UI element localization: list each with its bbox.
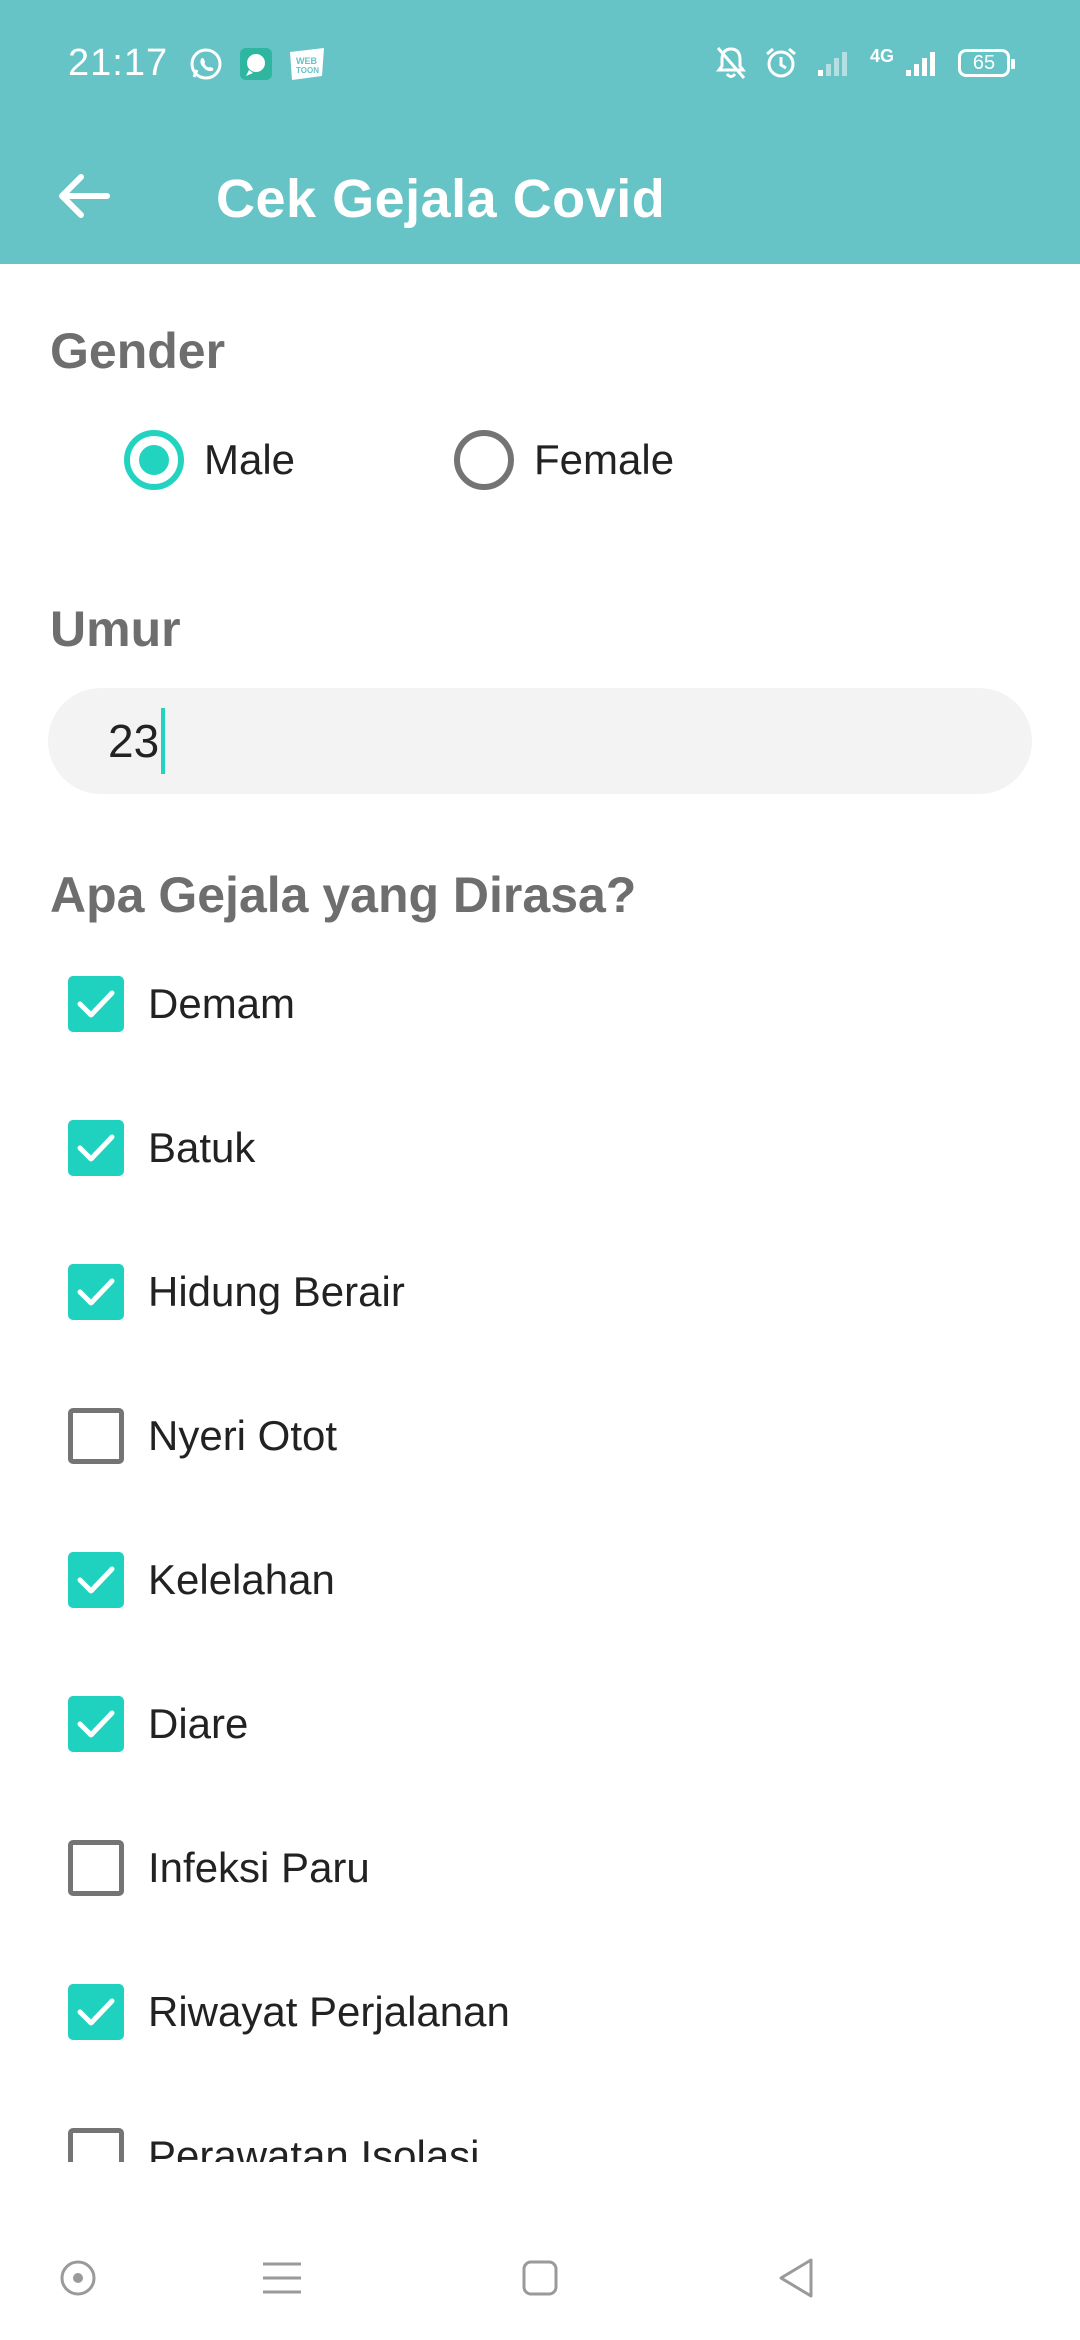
checkbox-checked[interactable] bbox=[68, 1120, 124, 1176]
symptom-item[interactable]: Batuk bbox=[68, 1116, 255, 1180]
checkbox-checked[interactable] bbox=[68, 1552, 124, 1608]
checkbox-unchecked[interactable] bbox=[68, 1840, 124, 1896]
battery-icon: 65 bbox=[958, 49, 1015, 77]
status-app-icons: WEB TOON bbox=[188, 46, 326, 82]
symptom-item[interactable]: Perawatan Isolasi bbox=[68, 2124, 480, 2162]
symptom-item[interactable]: Riwayat Perjalanan bbox=[68, 1980, 510, 2044]
symptom-label: Demam bbox=[148, 980, 296, 1027]
checkbox-checked[interactable] bbox=[68, 1696, 124, 1752]
symptom-label: Perawatan Isolasi bbox=[148, 2132, 480, 2162]
text-cursor bbox=[161, 708, 166, 774]
status-indicators: 4G 65 bbox=[715, 45, 1015, 80]
symptom-item[interactable]: Infeksi Paru bbox=[68, 1836, 370, 1900]
symptom-item[interactable]: Nyeri Otot bbox=[68, 1404, 337, 1468]
app-bar: Cek Gejala Covid bbox=[0, 130, 1080, 264]
radio-female[interactable]: Female bbox=[454, 428, 674, 492]
page-title: Cek Gejala Covid bbox=[216, 169, 666, 229]
status-time: 21:17 bbox=[68, 42, 169, 84]
gender-title: Gender bbox=[50, 323, 226, 379]
radio-male[interactable]: Male bbox=[124, 428, 295, 492]
webtoon-icon: WEB TOON bbox=[290, 48, 324, 80]
checkbox-checked[interactable] bbox=[68, 1984, 124, 2040]
symptom-label: Infeksi Paru bbox=[148, 1844, 370, 1891]
back-triangle-icon bbox=[779, 2258, 813, 2298]
symptom-item[interactable]: Diare bbox=[68, 1692, 248, 1756]
symptom-item[interactable]: Demam bbox=[68, 972, 295, 1036]
home-square-icon bbox=[522, 2260, 558, 2296]
nav-bar bbox=[0, 2210, 1080, 2340]
age-input[interactable]: 23 bbox=[48, 688, 1032, 794]
svg-text:TOON: TOON bbox=[296, 66, 319, 75]
age-title: Umur bbox=[50, 601, 181, 657]
arrow-left-icon bbox=[59, 174, 110, 218]
status-bar: 21:17 WEB TOON 4G 65 bbox=[0, 0, 1080, 130]
bell-off-icon bbox=[715, 47, 746, 79]
age-value: 23 bbox=[108, 715, 160, 767]
symptoms-title: Apa Gejala yang Dirasa? bbox=[50, 867, 637, 923]
symptom-label: Kelelahan bbox=[148, 1556, 335, 1603]
content-area: 21:17 WEB TOON 4G 65 Cek Gejala Covid Ge… bbox=[0, 0, 1080, 2162]
recent-apps-dot-icon bbox=[60, 2260, 96, 2296]
alarm-icon bbox=[766, 47, 796, 78]
symptom-label: Diare bbox=[148, 1700, 249, 1747]
checkbox-checked[interactable] bbox=[68, 1264, 124, 1320]
checkbox-unchecked[interactable] bbox=[68, 1408, 124, 1464]
whatsapp-icon bbox=[190, 48, 222, 80]
back-button[interactable] bbox=[48, 160, 120, 232]
radio-button-selected[interactable] bbox=[124, 430, 184, 490]
radio-label-female: Female bbox=[534, 436, 675, 483]
symptom-item[interactable]: Kelelahan bbox=[68, 1548, 335, 1612]
signal-4g-icon bbox=[906, 52, 935, 76]
menu-icon bbox=[263, 2262, 301, 2294]
svg-text:WEB: WEB bbox=[296, 56, 317, 66]
menu-button[interactable] bbox=[252, 2248, 312, 2308]
symptom-label: Riwayat Perjalanan bbox=[148, 1988, 510, 2035]
network-type: 4G bbox=[869, 45, 894, 66]
checkbox-checked[interactable] bbox=[68, 976, 124, 1032]
symptom-label: Nyeri Otot bbox=[148, 1412, 338, 1459]
symptom-item[interactable]: Hidung Berair bbox=[68, 1260, 405, 1324]
chat-bubble-icon bbox=[240, 48, 272, 80]
home-button[interactable] bbox=[510, 2248, 570, 2308]
battery-level: 65 bbox=[972, 51, 996, 74]
radio-label-male: Male bbox=[204, 436, 296, 483]
assistant-button[interactable] bbox=[48, 2248, 108, 2308]
screen: 21:17 WEB TOON 4G 65 Cek Gejala Covid Ge… bbox=[0, 0, 1080, 2340]
nav-back-button[interactable] bbox=[766, 2248, 826, 2308]
signal-icon bbox=[817, 52, 847, 76]
symptom-label: Hidung Berair bbox=[148, 1268, 405, 1315]
symptom-label: Batuk bbox=[148, 1124, 256, 1171]
checkbox-unchecked[interactable] bbox=[68, 2128, 124, 2162]
radio-button-unselected[interactable] bbox=[454, 430, 514, 490]
